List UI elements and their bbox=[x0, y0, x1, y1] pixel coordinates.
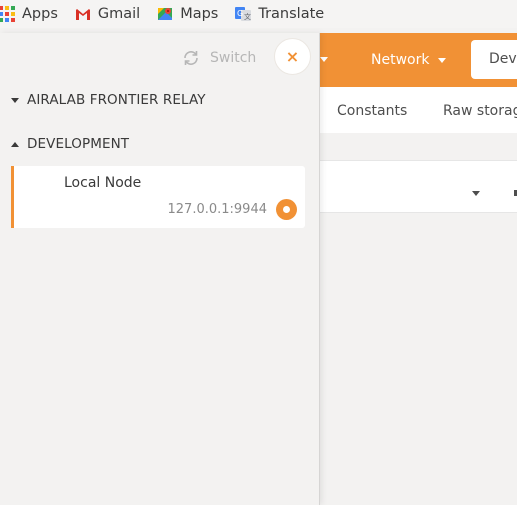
switch-label: Switch bbox=[210, 50, 257, 66]
tab-raw-storage[interactable]: Raw storage bbox=[443, 103, 517, 119]
bookmark-gmail[interactable]: Gmail bbox=[74, 0, 140, 28]
bookmark-apps-label: Apps bbox=[22, 6, 58, 22]
maps-icon bbox=[156, 5, 174, 23]
network-menu-label: Network bbox=[371, 52, 430, 68]
group-label: AIRALAB FRONTIER RELAY bbox=[27, 92, 206, 108]
endpoint-local-node[interactable]: Local Node 127.0.0.1:9944 bbox=[11, 166, 305, 228]
chevron-down-icon bbox=[438, 57, 447, 63]
group-airalab-frontier-relay[interactable]: AIRALAB FRONTIER RELAY bbox=[11, 91, 206, 109]
network-menu[interactable]: Network bbox=[371, 50, 447, 70]
select-chevron-down-icon[interactable] bbox=[472, 191, 480, 196]
group-development[interactable]: DEVELOPMENT bbox=[11, 135, 129, 153]
bookmark-translate[interactable]: G 文 Translate bbox=[234, 0, 324, 28]
endpoint-name: Local Node bbox=[64, 175, 142, 191]
bookmark-maps[interactable]: Maps bbox=[156, 0, 218, 28]
subtab-bar: Constants Raw storage bbox=[300, 87, 517, 133]
bookmark-gmail-label: Gmail bbox=[97, 6, 141, 22]
translate-icon: G 文 bbox=[234, 5, 252, 23]
switch-button[interactable]: Switch bbox=[182, 48, 256, 68]
tab-constants[interactable]: Constants bbox=[337, 103, 407, 119]
nav-dropdown-caret-icon[interactable] bbox=[320, 57, 328, 62]
svg-text:G: G bbox=[237, 9, 243, 18]
close-icon: × bbox=[285, 47, 300, 66]
apps-grid-icon bbox=[0, 5, 16, 23]
svg-text:文: 文 bbox=[244, 12, 251, 21]
selected-radio-icon[interactable] bbox=[276, 199, 297, 220]
caret-up-icon bbox=[11, 141, 19, 147]
endpoint-url: 127.0.0.1:9944 bbox=[167, 202, 268, 217]
content-card bbox=[300, 160, 517, 213]
group-label: DEVELOPMENT bbox=[27, 136, 130, 152]
bookmark-translate-label: Translate bbox=[258, 6, 325, 22]
refresh-icon bbox=[184, 51, 198, 65]
bookmark-maps-label: Maps bbox=[180, 6, 219, 22]
developer-tab[interactable]: Developer bbox=[471, 40, 517, 79]
caret-down-icon bbox=[11, 97, 19, 103]
bookmark-apps[interactable]: Apps bbox=[0, 0, 58, 28]
close-button[interactable]: × bbox=[274, 38, 311, 75]
bookmarks-bar: Apps Gmail Maps G 文 Translate bbox=[0, 0, 517, 28]
endpoint-sidebar: Switch × AIRALAB FRONTIER RELAY DEVELOPM… bbox=[0, 33, 320, 505]
gmail-icon bbox=[74, 5, 92, 23]
